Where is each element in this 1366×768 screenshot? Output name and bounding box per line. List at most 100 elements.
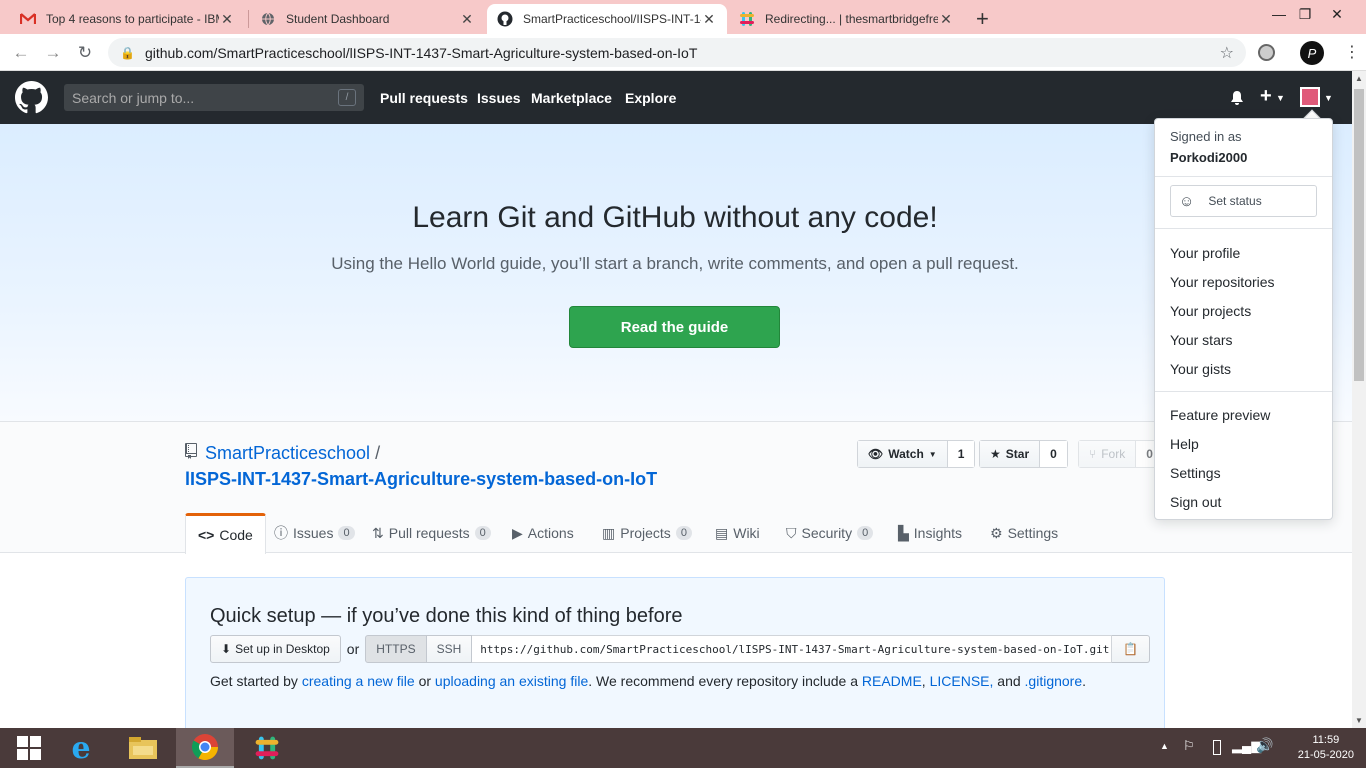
signed-in-label: Signed in as [1170,129,1242,144]
flag-icon[interactable]: ⚐ [1183,738,1195,754]
menu-your-gists[interactable]: Your gists [1170,361,1231,377]
tab-security[interactable]: ⛉ Security 0 [786,513,874,553]
setup-desktop-button[interactable]: ⬇ Set up in Desktop [210,635,341,663]
tab-actions[interactable]: ▶ Actions [512,513,574,553]
close-icon[interactable]: ✕ [938,11,954,28]
tab-settings[interactable]: ⚙ Settings [990,513,1058,553]
tab-projects[interactable]: ▥ Projects 0 [602,513,692,553]
license-link[interactable]: LICENSE, [930,673,994,689]
code-icon: <> [198,527,215,543]
close-icon[interactable]: ✕ [219,11,235,28]
issue-icon: ⓘ [274,525,288,541]
tab-insights[interactable]: ▙ Insights [898,513,962,553]
fork-button-group: ⑂ Fork 0 [1078,440,1164,468]
banner-subtitle: Using the Hello World guide, you’ll star… [331,254,1019,273]
menu-sign-out[interactable]: Sign out [1170,494,1221,510]
nav-pull-requests[interactable]: Pull requests [380,90,468,106]
close-window-button[interactable]: ✕ [1314,0,1360,28]
browser-tab-active[interactable]: SmartPracticeschool/IISPS-INT-1437 ✕ [487,4,727,34]
menu-your-repositories[interactable]: Your repositories [1170,274,1275,290]
battery-icon[interactable] [1213,740,1221,755]
divider [1155,391,1332,392]
tab-issues[interactable]: ⓘ Issues 0 [274,513,355,553]
chrome-icon[interactable] [176,728,234,768]
clone-url-input[interactable]: https://github.com/SmartPracticeschool/l… [472,635,1113,663]
read-guide-button[interactable]: Read the guide [569,306,780,348]
browser-tab[interactable]: Redirecting... | thesmartbridgefree ✕ [729,4,964,34]
clipboard-icon[interactable]: 📋 [1112,635,1151,663]
new-tab-button[interactable]: + [976,6,989,32]
tab-title: Student Dashboard [286,12,390,26]
tab-wiki[interactable]: ▤ Wiki [715,513,760,553]
https-toggle[interactable]: HTTPS [365,635,427,663]
system-clock[interactable]: 11:59 21-05-2020 [1298,733,1354,763]
chevron-down-icon[interactable]: ▼ [1276,93,1285,103]
nav-explore[interactable]: Explore [625,90,676,106]
scroll-down-icon[interactable]: ▼ [1355,716,1363,725]
address-bar[interactable]: 🔒 github.com/SmartPracticeschool/lISPS-I… [108,38,1246,67]
watch-count[interactable]: 1 [947,441,975,467]
quick-setup-help: Get started by creating a new file or up… [210,673,1087,689]
search-placeholder: Search or jump to... [72,89,195,106]
ssh-toggle[interactable]: SSH [426,635,473,663]
search-input[interactable]: Search or jump to... / [64,84,364,111]
menu-help[interactable]: Help [1170,436,1199,452]
nav-issues[interactable]: Issues [477,90,521,106]
tab-code[interactable]: <> Code [185,513,266,554]
user-dropdown-menu: Signed in as Porkodi2000 ☺ Set status Yo… [1154,118,1333,520]
star-button[interactable]: ★ Star [980,441,1041,467]
repo-header: SmartPracticeschool / lISPS-INT-1437-Sma… [0,422,1352,554]
reload-icon[interactable]: ↻ [72,40,98,66]
avatar[interactable] [1300,87,1320,107]
profile-avatar-icon[interactable]: P [1300,41,1324,65]
create-file-link[interactable]: creating a new file [302,673,415,689]
page-scrollbar[interactable]: ▲ ▼ [1352,71,1366,728]
nav-marketplace[interactable]: Marketplace [531,90,612,106]
fork-button[interactable]: ⑂ Fork [1079,441,1137,467]
play-icon: ▶ [512,524,523,541]
back-icon[interactable]: ← [8,40,34,66]
tab-pull-requests[interactable]: ⇅ Pull requests 0 [372,513,491,553]
extension-icon[interactable] [1258,44,1275,61]
speaker-icon[interactable]: 🔊 [1256,737,1273,754]
or-text: or [346,641,360,657]
repo-owner-link[interactable]: SmartPracticeschool [205,443,370,464]
menu-kebab-icon[interactable]: ⋮ [1344,42,1360,62]
tray-chevron-up-icon[interactable]: ▲ [1160,741,1169,751]
scrollbar-thumb[interactable] [1354,89,1364,381]
close-icon[interactable]: ✕ [459,11,475,28]
repo-name-link[interactable]: lISPS-INT-1437-Smart-Agriculture-system-… [185,469,657,490]
menu-feature-preview[interactable]: Feature preview [1170,407,1270,423]
star-count[interactable]: 0 [1040,441,1067,467]
browser-tab[interactable]: Top 4 reasons to participate - IBM ✕ [10,4,245,34]
menu-your-stars[interactable]: Your stars [1170,332,1233,348]
file-explorer-icon[interactable] [114,728,172,768]
forward-icon[interactable]: → [40,40,66,66]
upload-file-link[interactable]: uploading an existing file [435,673,588,689]
github-logo-icon[interactable] [15,81,48,117]
scroll-up-icon[interactable]: ▲ [1355,74,1363,83]
plus-icon[interactable]: + [1260,85,1272,108]
fork-icon: ⑂ [1089,447,1097,461]
pull-request-icon: ⇅ [372,524,384,541]
windows-taskbar: e ▲ ⚐ ▂▄▆ 🔊 11:59 21-05-2020 [0,728,1366,768]
clock-time: 11:59 [1312,734,1340,746]
set-status-button[interactable]: ☺ Set status [1170,185,1317,217]
path-separator: / [375,443,381,463]
username[interactable]: Porkodi2000 [1170,150,1247,165]
browser-tab[interactable]: Student Dashboard ✕ [250,4,485,34]
chevron-down-icon[interactable]: ▼ [1324,93,1333,103]
watch-button[interactable]: 👁 Watch ▼ [858,441,948,467]
windows-start-icon[interactable] [0,728,58,768]
internet-explorer-icon[interactable]: e [52,728,110,768]
star-bookmark-icon[interactable]: ☆ [1220,43,1234,63]
quick-setup-title: Quick setup — if you’ve done this kind o… [210,605,683,627]
bell-icon[interactable] [1229,90,1245,109]
readme-link[interactable]: README [862,673,922,689]
close-icon[interactable]: ✕ [701,11,717,28]
gitignore-link[interactable]: .gitignore [1025,673,1083,689]
slack-icon[interactable] [238,728,296,768]
menu-settings[interactable]: Settings [1170,465,1221,481]
menu-your-profile[interactable]: Your profile [1170,245,1240,261]
menu-your-projects[interactable]: Your projects [1170,303,1251,319]
